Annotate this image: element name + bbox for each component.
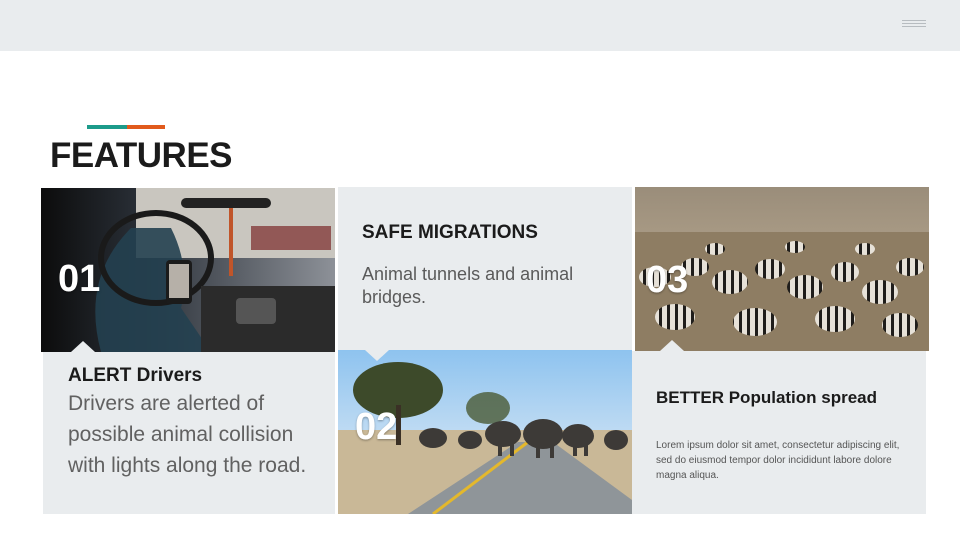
- accent-bar-teal: [87, 125, 127, 129]
- hamburger-menu-icon[interactable]: [902, 20, 926, 32]
- notch-pointer: [660, 340, 684, 351]
- feature-card-alert-drivers: ALERT Drivers Drivers are alerted of pos…: [43, 352, 335, 514]
- accent-bar-orange: [127, 125, 165, 129]
- card-title: ALERT Drivers: [68, 365, 203, 386]
- elephants-road-photo: 02: [338, 350, 632, 514]
- feature-number: 01: [58, 258, 101, 300]
- card-body: Drivers are alerted of possible animal c…: [68, 392, 307, 477]
- top-bar: [0, 0, 960, 51]
- feature-card-safe-migrations: SAFE MIGRATIONS Animal tunnels and anima…: [338, 187, 632, 351]
- notch-pointer: [71, 341, 95, 352]
- card-body: Animal tunnels and animal bridges.: [362, 264, 574, 307]
- notch-pointer: [365, 350, 389, 361]
- feature-number: 02: [355, 406, 398, 448]
- feature-number: 03: [646, 259, 689, 301]
- feature-card-better-population: BETTER Population spread Lorem ipsum dol…: [632, 351, 926, 514]
- card-title: BETTER Population spread: [656, 388, 878, 407]
- driver-photo: 01: [41, 188, 335, 352]
- card-body: Lorem ipsum dolor sit amet, consectetur …: [656, 440, 900, 481]
- card-title: SAFE MIGRATIONS: [362, 222, 538, 243]
- zebra-herd-photo: 03: [635, 187, 929, 351]
- page-title: FEATURES: [50, 136, 233, 175]
